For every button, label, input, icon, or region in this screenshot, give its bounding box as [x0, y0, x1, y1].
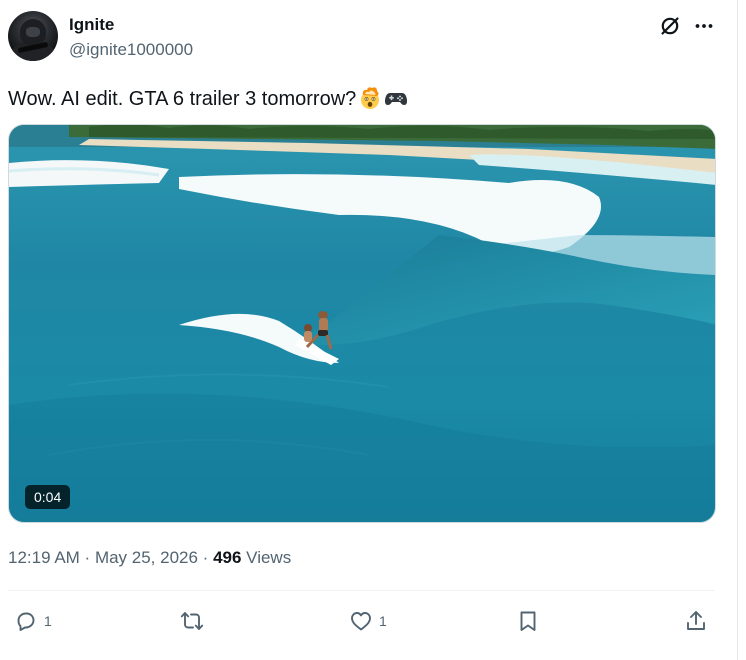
retweet-icon [180, 612, 204, 630]
tweet-meta: 12:19 AM · May 25, 2026 · 496 Views [8, 547, 291, 569]
tweet-time[interactable]: 12:19 AM [8, 548, 80, 567]
exploding-head-emoji [361, 87, 380, 109]
video-player[interactable]: 0:04 [8, 124, 716, 523]
tweet-card: Ignite @ignite1000000 Wow. AI edit. GTA … [0, 0, 737, 660]
tweet-text-content: Wow. AI edit. GTA 6 trailer 3 tomorrow? [8, 88, 357, 110]
grok-icon [661, 17, 679, 35]
like-button[interactable]: 1 [349, 606, 387, 636]
retweet-button[interactable] [180, 606, 204, 636]
more-options-button[interactable] [690, 12, 718, 40]
reply-button[interactable]: 1 [14, 606, 52, 636]
avatar[interactable] [8, 11, 58, 61]
meta-separator: · [197, 548, 214, 567]
reply-count: 1 [44, 613, 52, 629]
video-frame-surfing [9, 125, 715, 522]
video-duration-badge: 0:04 [25, 485, 71, 509]
column-border [737, 0, 738, 660]
game-controller-emoji [385, 93, 408, 105]
meta-separator: · [79, 548, 95, 567]
bookmark-icon [520, 611, 536, 631]
divider [8, 590, 715, 591]
share-button[interactable] [684, 606, 708, 636]
bookmark-button[interactable] [516, 606, 540, 636]
share-icon [687, 611, 705, 630]
like-count: 1 [379, 613, 387, 629]
grok-button[interactable] [656, 12, 684, 40]
tweet-date[interactable]: May 25, 2026 [95, 548, 198, 567]
reply-icon [17, 612, 35, 631]
views-label: Views [246, 548, 292, 567]
more-icon [695, 24, 713, 28]
views-count: 496 [213, 548, 242, 567]
author-display-name[interactable]: Ignite [69, 15, 114, 35]
author-handle[interactable]: @ignite1000000 [69, 40, 193, 60]
avatar-figure-face [26, 27, 40, 37]
like-icon [351, 612, 371, 631]
tweet-text: Wow. AI edit. GTA 6 trailer 3 tomorrow? [8, 86, 408, 111]
